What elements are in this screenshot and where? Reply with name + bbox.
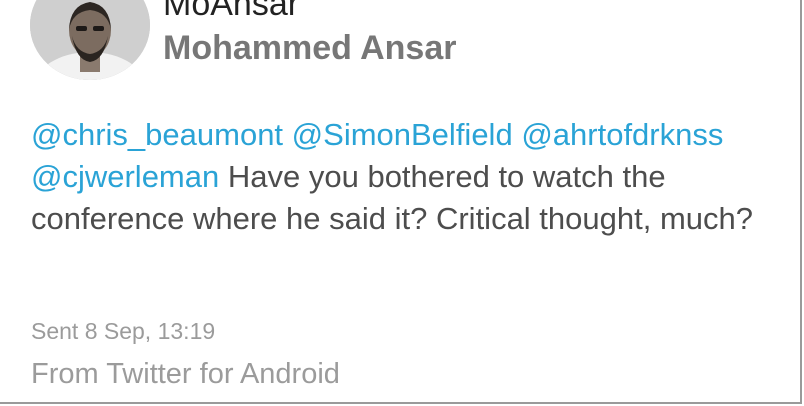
profile-photo-icon: [30, 0, 150, 80]
display-name: MoAnsar: [163, 0, 300, 23]
tweet-source: From Twitter for Android: [31, 358, 340, 390]
avatar[interactable]: [30, 0, 150, 80]
tweet-detail-view: MoAnsar Mohammed Ansar @chris_beaumont @…: [0, 0, 802, 404]
mention-link[interactable]: @ahrtofdrknss: [521, 117, 723, 152]
mention-link[interactable]: @chris_beaumont: [31, 117, 283, 152]
full-name: Mohammed Ansar: [163, 29, 457, 67]
tweet-text: @chris_beaumont @SimonBelfield @ahrtofdr…: [31, 114, 791, 240]
sent-timestamp: Sent 8 Sep, 13:19: [31, 318, 216, 344]
mention-link[interactable]: @cjwerleman: [31, 159, 219, 194]
mention-link[interactable]: @SimonBelfield: [292, 117, 513, 152]
